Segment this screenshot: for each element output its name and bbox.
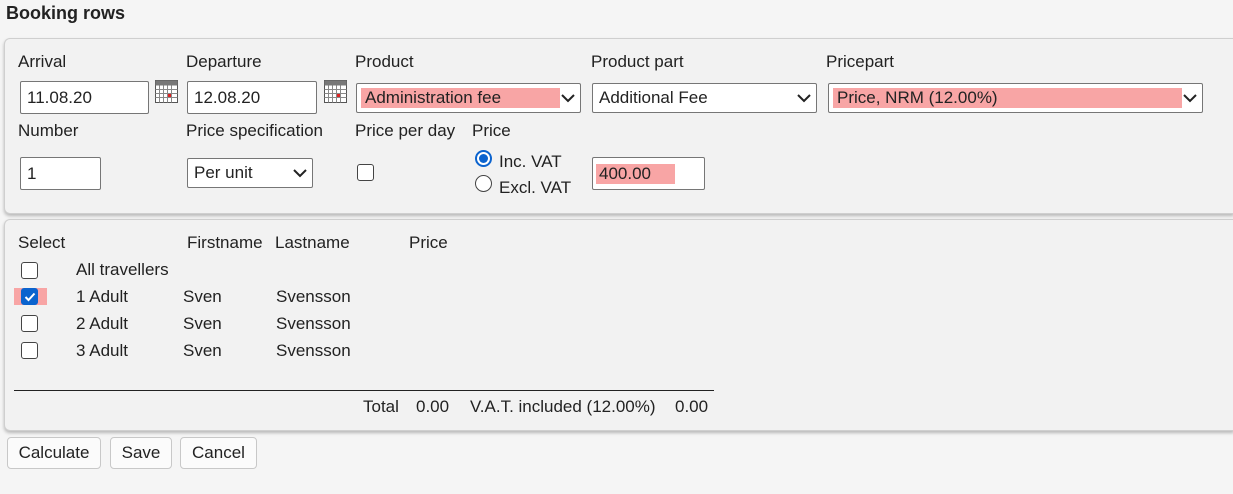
traveller-3-checkbox[interactable] [21,342,38,359]
totals-divider [14,390,714,391]
arrival-label: Arrival [18,52,67,71]
traveller-1-checkbox[interactable] [21,288,38,305]
number-label: Number [18,121,79,140]
price-specification-value: Per unit [194,163,253,182]
vat-value: 0.00 [675,397,709,416]
lastname-column-header: Lastname [275,233,350,252]
page-title: Booking rows [6,3,126,23]
chevron-down-icon [293,169,307,178]
total-label: Total [363,397,399,416]
cancel-button[interactable]: Cancel [180,437,257,469]
calculate-button[interactable]: Calculate [7,437,101,469]
departure-input[interactable]: 12.08.20 [187,81,317,114]
chevron-down-icon [797,94,811,103]
all-travellers-label: All travellers [76,260,169,279]
checkmark-icon [24,292,35,301]
firstname-column-header: Firstname [187,233,263,252]
product-part-label: Product part [591,52,684,71]
price-specification-select[interactable]: Per unit [187,158,313,188]
product-label: Product [355,52,414,71]
number-input[interactable]: 1 [20,157,101,190]
traveller-1-lastname: Svensson [276,287,351,306]
price-column-header: Price [409,233,448,252]
traveller-2-lastname: Svensson [276,314,351,333]
inc-vat-radio[interactable] [475,150,492,167]
inc-vat-label: Inc. VAT [499,152,562,171]
product-part-select[interactable]: Additional Fee [592,83,817,113]
chevron-down-icon [1183,94,1197,103]
chevron-down-icon [561,94,575,103]
price-specification-label: Price specification [186,121,324,140]
pricepart-label: Pricepart [826,52,895,71]
product-select[interactable]: Administration fee [356,83,581,113]
total-value: 0.00 [416,397,450,416]
select-column-header: Select [18,233,66,252]
traveller-1-label: 1 Adult [76,287,128,306]
product-part-select-value: Additional Fee [599,88,708,107]
departure-calendar-icon[interactable] [324,80,347,108]
traveller-2-firstname: Sven [183,314,222,333]
price-per-day-label: Price per day [355,121,456,140]
arrival-input[interactable]: 11.08.20 [20,81,149,114]
traveller-3-lastname: Svensson [276,341,351,360]
arrival-calendar-icon[interactable] [155,80,178,108]
traveller-2-checkbox[interactable] [21,315,38,332]
price-input[interactable]: 400.00 [592,157,705,190]
traveller-3-firstname: Sven [183,341,222,360]
traveller-2-label: 2 Adult [76,314,128,333]
traveller-1-firstname: Sven [183,287,222,306]
departure-label: Departure [186,52,262,71]
product-select-value: Administration fee [361,88,560,108]
pricepart-select[interactable]: Price, NRM (12.00%) [828,83,1203,113]
price-per-day-checkbox[interactable] [357,164,374,181]
excl-vat-label: Excl. VAT [499,178,572,197]
all-travellers-checkbox[interactable] [21,262,38,279]
vat-label: V.A.T. included (12.00%) [470,397,656,416]
traveller-3-label: 3 Adult [76,341,128,360]
excl-vat-radio[interactable] [475,175,492,192]
pricepart-select-value: Price, NRM (12.00%) [833,88,1182,108]
price-input-value: 400.00 [596,163,675,184]
save-button[interactable]: Save [110,437,172,469]
price-label: Price [472,121,511,140]
